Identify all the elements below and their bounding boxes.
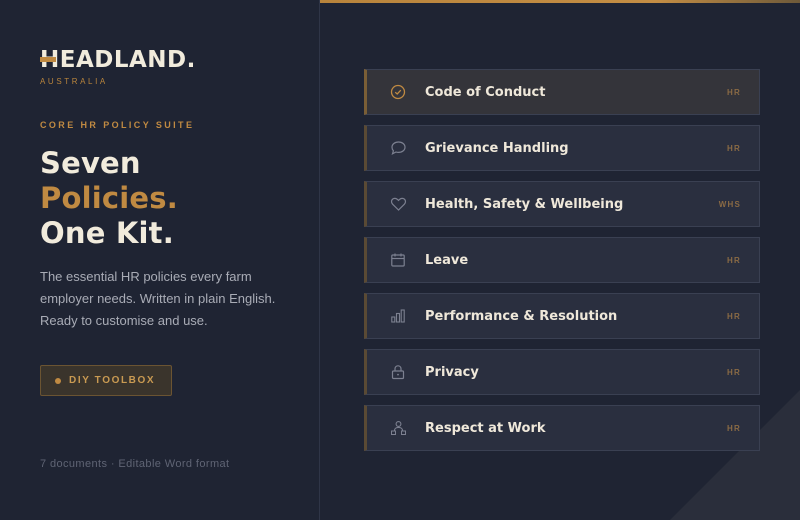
accent-top-bar [320, 0, 800, 3]
diy-toolbox-button[interactable]: DIY TOOLBOX [40, 365, 172, 396]
policy-item-code-of-conduct[interactable]: Code of Conduct HR [364, 69, 760, 115]
policy-tag: HR [727, 311, 741, 321]
brand-wordmark: HEADLAND. [40, 46, 196, 74]
policy-title: Health, Safety & Wellbeing [425, 196, 624, 212]
calendar-icon [388, 250, 408, 270]
document-count-note: 7 documents · Editable Word format [40, 458, 230, 470]
policy-tag: HR [727, 255, 741, 265]
dot-icon [55, 377, 61, 384]
headline-line-1: Seven [40, 146, 141, 180]
brand-logo: HEADLAND. AUSTRALIA [40, 46, 196, 86]
policy-tag: HR [727, 143, 741, 153]
heart-icon [388, 194, 408, 214]
people-icon [388, 418, 408, 438]
policy-tag: WHS [718, 199, 741, 209]
eyebrow-label: CORE HR POLICY SUITE [40, 120, 195, 130]
policy-title: Leave [425, 252, 469, 268]
brand-name-rest: EADLAND. [59, 47, 196, 73]
intro-text: The essential HR policies every farm emp… [40, 269, 276, 328]
speech-bubble-icon [388, 138, 408, 158]
policy-list: Code of Conduct HR Grievance Handling HR… [364, 69, 760, 461]
policy-tag: HR [727, 367, 741, 377]
lock-icon [388, 362, 408, 382]
policy-title: Performance & Resolution [425, 308, 618, 324]
page-headline: Seven Policies. One Kit. [40, 146, 178, 251]
policy-item-respect-at-work[interactable]: Respect at Work HR [364, 405, 760, 451]
policy-title: Privacy [425, 364, 479, 380]
headline-line-2: Policies. [40, 181, 178, 215]
policy-tag: HR [727, 87, 741, 97]
logo-accent-bar [40, 57, 56, 62]
policy-item-performance-resolution[interactable]: Performance & Resolution HR [364, 293, 760, 339]
bar-chart-icon [388, 306, 408, 326]
brand-subtitle: AUSTRALIA [40, 77, 108, 86]
policy-title: Code of Conduct [425, 84, 546, 100]
diy-toolbox-label: DIY TOOLBOX [69, 375, 156, 386]
policy-title: Grievance Handling [425, 140, 569, 156]
policy-item-leave[interactable]: Leave HR [364, 237, 760, 283]
policy-item-grievance-handling[interactable]: Grievance Handling HR [364, 125, 760, 171]
policy-tag: HR [727, 423, 741, 433]
policy-item-privacy[interactable]: Privacy HR [364, 349, 760, 395]
headline-line-3: One Kit. [40, 216, 174, 250]
check-circle-icon [388, 82, 408, 102]
intro-panel: HEADLAND. AUSTRALIA CORE HR POLICY SUITE… [0, 0, 320, 520]
policy-title: Respect at Work [425, 420, 546, 436]
policy-panel: Code of Conduct HR Grievance Handling HR… [320, 0, 800, 520]
policy-item-health-safety-wellbeing[interactable]: Health, Safety & Wellbeing WHS [364, 181, 760, 227]
